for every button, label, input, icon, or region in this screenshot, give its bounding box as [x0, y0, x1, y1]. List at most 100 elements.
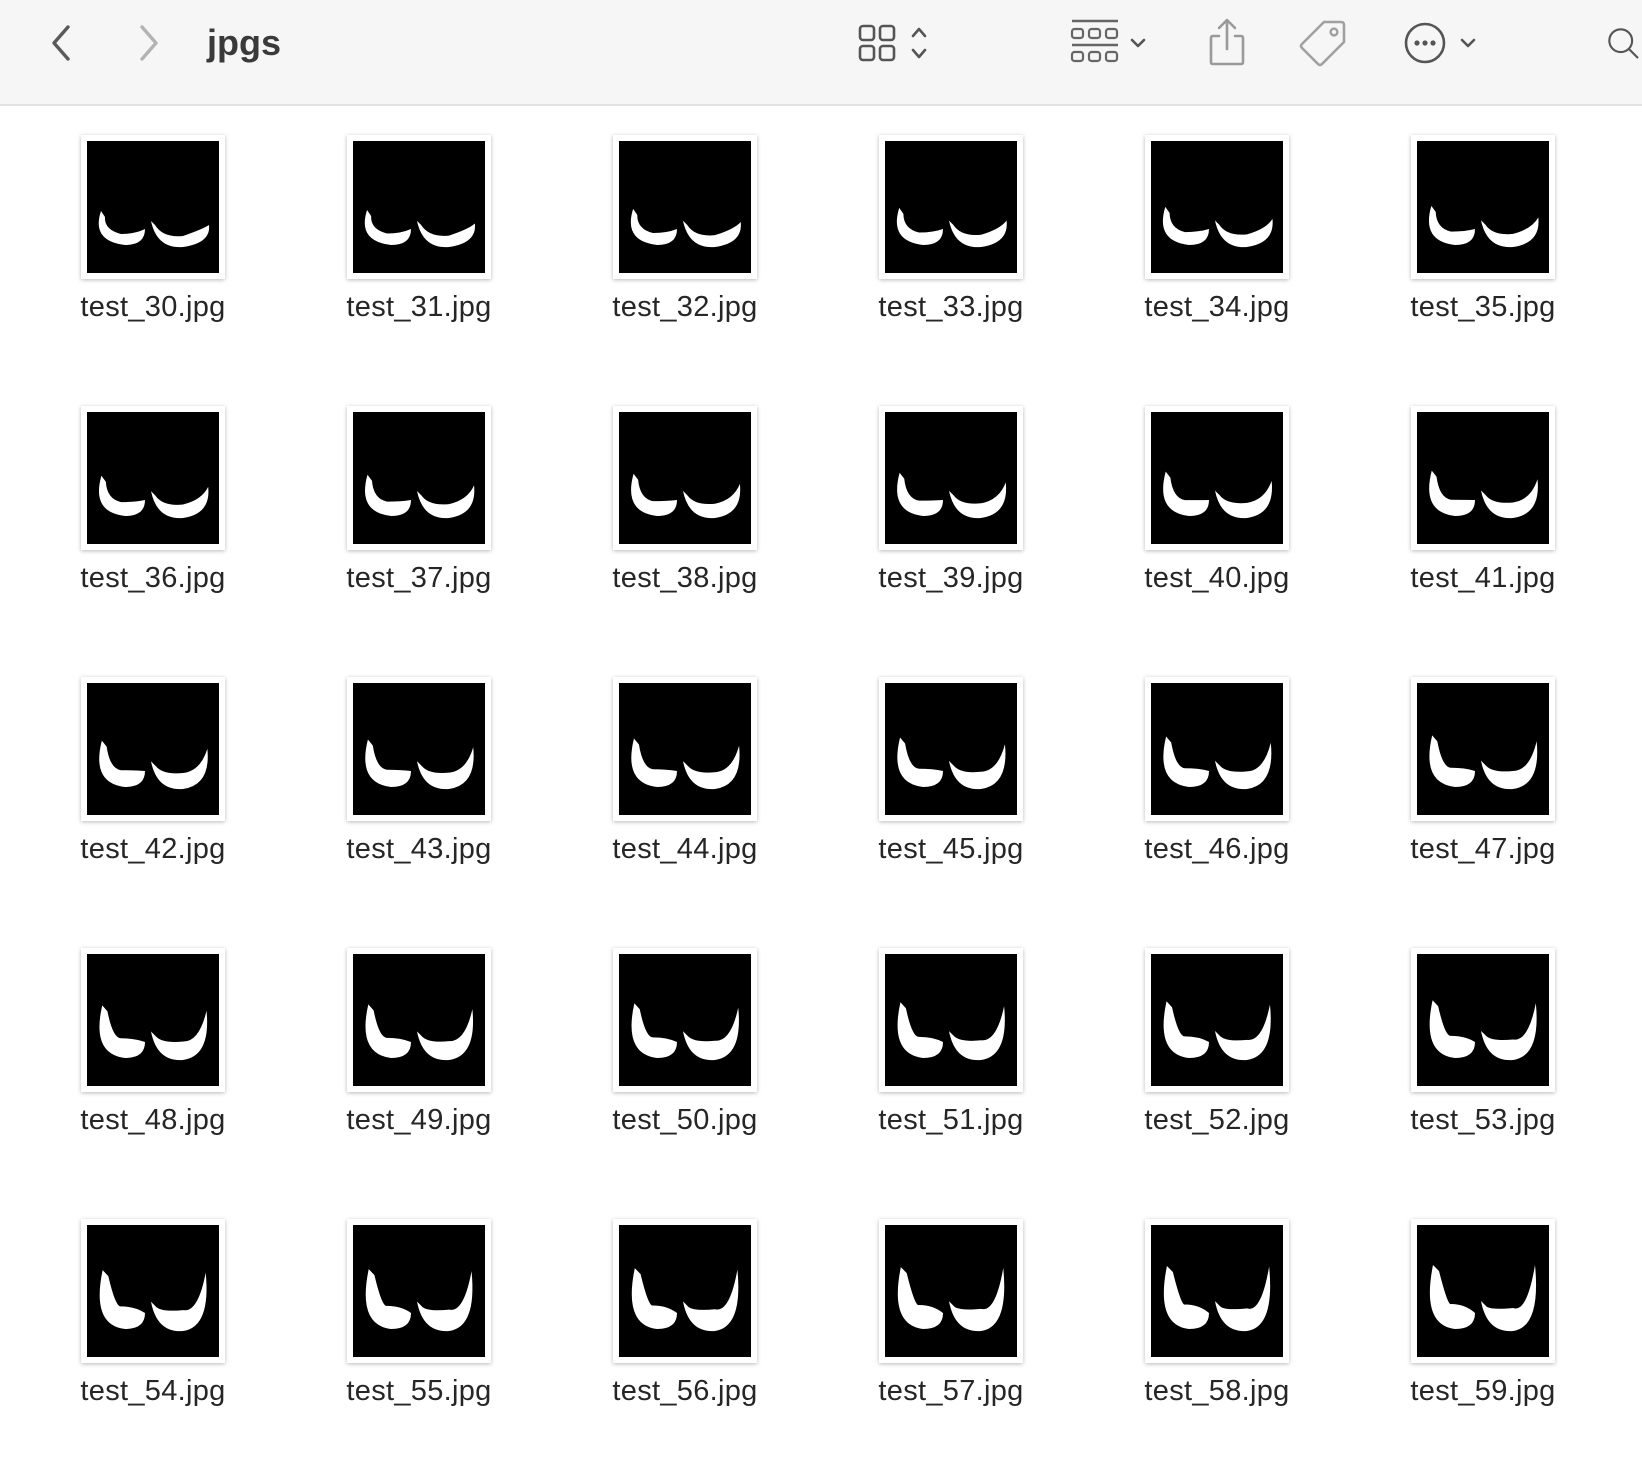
- file-thumbnail[interactable]: [1145, 1219, 1289, 1363]
- view-mode-button[interactable]: [852, 18, 948, 68]
- file-thumbnail[interactable]: [613, 677, 757, 821]
- file-item[interactable]: test_39.jpg: [818, 382, 1084, 653]
- file-thumbnail[interactable]: [879, 1219, 1023, 1363]
- file-name: test_35.jpg: [1410, 291, 1556, 323]
- file-thumbnail[interactable]: [1411, 406, 1555, 550]
- thumbnail-image: [619, 412, 751, 544]
- file-thumbnail[interactable]: [81, 1219, 225, 1363]
- group-by-button[interactable]: [1066, 16, 1156, 70]
- file-item[interactable]: test_47.jpg: [1350, 653, 1616, 924]
- file-thumbnail[interactable]: [879, 406, 1023, 550]
- file-thumbnail[interactable]: [1145, 135, 1289, 279]
- search-button[interactable]: [1604, 16, 1642, 70]
- file-item[interactable]: test_38.jpg: [552, 382, 818, 653]
- file-item[interactable]: test_53.jpg: [1350, 924, 1616, 1195]
- file-name: test_57.jpg: [878, 1375, 1024, 1407]
- file-thumbnail[interactable]: [613, 135, 757, 279]
- file-item[interactable]: test_58.jpg: [1084, 1195, 1350, 1466]
- tag-button[interactable]: [1296, 16, 1350, 70]
- file-thumbnail[interactable]: [613, 1219, 757, 1363]
- file-thumbnail[interactable]: [1145, 677, 1289, 821]
- file-thumbnail[interactable]: [879, 135, 1023, 279]
- file-thumbnail[interactable]: [879, 677, 1023, 821]
- file-item[interactable]: test_35.jpg: [1350, 111, 1616, 382]
- file-thumbnail[interactable]: [613, 406, 757, 550]
- file-item[interactable]: test_43.jpg: [286, 653, 552, 924]
- file-thumbnail[interactable]: [347, 1219, 491, 1363]
- file-thumbnail[interactable]: [347, 406, 491, 550]
- file-thumbnail[interactable]: [1411, 1219, 1555, 1363]
- more-actions-button[interactable]: [1398, 16, 1488, 70]
- thumbnail-image: [1151, 683, 1283, 815]
- file-item[interactable]: test_33.jpg: [818, 111, 1084, 382]
- file-name: test_46.jpg: [1144, 833, 1290, 865]
- file-thumbnail[interactable]: [81, 406, 225, 550]
- file-name: test_55.jpg: [346, 1375, 492, 1407]
- thumbnail-image: [1151, 1225, 1283, 1357]
- grid-view-icon: [858, 24, 927, 62]
- file-thumbnail[interactable]: [347, 948, 491, 1092]
- file-item[interactable]: test_37.jpg: [286, 382, 552, 653]
- file-thumbnail[interactable]: [879, 948, 1023, 1092]
- file-item[interactable]: test_57.jpg: [818, 1195, 1084, 1466]
- file-item[interactable]: test_44.jpg: [552, 653, 818, 924]
- file-thumbnail[interactable]: [81, 135, 225, 279]
- file-item[interactable]: test_40.jpg: [1084, 382, 1350, 653]
- file-name: test_41.jpg: [1410, 562, 1556, 594]
- file-thumbnail[interactable]: [347, 135, 491, 279]
- file-thumbnail[interactable]: [347, 677, 491, 821]
- file-item[interactable]: test_42.jpg: [20, 653, 286, 924]
- group-by-icon: [1070, 19, 1146, 63]
- file-name: test_38.jpg: [612, 562, 758, 594]
- file-item[interactable]: test_30.jpg: [20, 111, 286, 382]
- thumbnail-image: [87, 1225, 219, 1357]
- file-item[interactable]: test_36.jpg: [20, 382, 286, 653]
- thumbnail-image: [87, 954, 219, 1086]
- forward-button[interactable]: [126, 20, 170, 66]
- file-thumbnail[interactable]: [613, 948, 757, 1092]
- thumbnail-image: [1417, 141, 1549, 273]
- file-name: test_39.jpg: [878, 562, 1024, 594]
- file-thumbnail[interactable]: [1411, 135, 1555, 279]
- file-thumbnail[interactable]: [1145, 406, 1289, 550]
- share-button[interactable]: [1202, 16, 1252, 70]
- thumbnail-image: [1151, 412, 1283, 544]
- back-button[interactable]: [40, 20, 84, 66]
- file-name: test_50.jpg: [612, 1104, 758, 1136]
- file-item[interactable]: test_32.jpg: [552, 111, 818, 382]
- thumbnail-image: [353, 412, 485, 544]
- thumbnail-image: [885, 1225, 1017, 1357]
- file-item[interactable]: test_41.jpg: [1350, 382, 1616, 653]
- file-item[interactable]: test_50.jpg: [552, 924, 818, 1195]
- file-item[interactable]: test_31.jpg: [286, 111, 552, 382]
- file-name: test_54.jpg: [80, 1375, 226, 1407]
- file-name: test_42.jpg: [80, 833, 226, 865]
- file-name: test_48.jpg: [80, 1104, 226, 1136]
- file-name: test_52.jpg: [1144, 1104, 1290, 1136]
- thumbnail-image: [885, 683, 1017, 815]
- file-thumbnail[interactable]: [1411, 948, 1555, 1092]
- file-name: test_33.jpg: [878, 291, 1024, 323]
- file-item[interactable]: test_59.jpg: [1350, 1195, 1616, 1466]
- thumbnail-image: [1417, 1225, 1549, 1357]
- file-item[interactable]: test_45.jpg: [818, 653, 1084, 924]
- file-item[interactable]: test_49.jpg: [286, 924, 552, 1195]
- file-thumbnail[interactable]: [1411, 677, 1555, 821]
- file-name: test_34.jpg: [1144, 291, 1290, 323]
- file-item[interactable]: test_54.jpg: [20, 1195, 286, 1466]
- file-item[interactable]: test_52.jpg: [1084, 924, 1350, 1195]
- file-thumbnail[interactable]: [81, 677, 225, 821]
- file-item[interactable]: test_55.jpg: [286, 1195, 552, 1466]
- file-item[interactable]: test_34.jpg: [1084, 111, 1350, 382]
- file-item[interactable]: test_56.jpg: [552, 1195, 818, 1466]
- file-item[interactable]: test_46.jpg: [1084, 653, 1350, 924]
- file-thumbnail[interactable]: [81, 948, 225, 1092]
- file-item[interactable]: test_51.jpg: [818, 924, 1084, 1195]
- share-icon: [1209, 18, 1245, 66]
- thumbnail-image: [353, 141, 485, 273]
- thumbnail-image: [1417, 954, 1549, 1086]
- file-icon-grid: test_30.jpg test_31.jpg test_32.jpg test_33…: [0, 106, 1642, 1440]
- file-thumbnail[interactable]: [1145, 948, 1289, 1092]
- file-name: test_44.jpg: [612, 833, 758, 865]
- file-item[interactable]: test_48.jpg: [20, 924, 286, 1195]
